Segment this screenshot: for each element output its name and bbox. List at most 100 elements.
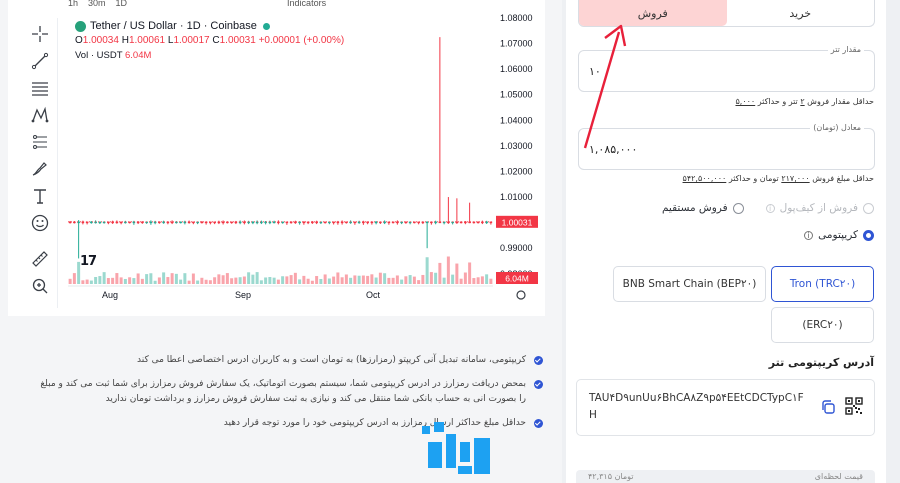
chart-panel: 1h 30m 1D Indicators 1.08000 1.07000 1.0…	[8, 0, 545, 316]
volume-bar	[387, 277, 391, 284]
volume-bar	[196, 280, 200, 284]
price-chart[interactable]: 1.08000 1.07000 1.06000 1.05000 1.04000 1.030…	[68, 14, 548, 314]
pattern-icon[interactable]	[28, 103, 52, 127]
radio-wallet[interactable]: فروش از کیف‌پول i	[765, 202, 874, 214]
ohlc-l-value: 1.00017	[173, 35, 210, 46]
volume-bar	[268, 277, 272, 284]
ohlc-c-label: C	[212, 35, 220, 46]
volume-bar	[174, 273, 178, 284]
timeframe-30m[interactable]: 30m	[88, 0, 106, 8]
toman-hint-pre: حداقل مبلغ فروش	[812, 174, 874, 183]
volume-bar	[136, 273, 140, 284]
amount-input[interactable]: ۱۰	[589, 65, 601, 78]
indicators-button[interactable]: Indicators	[287, 0, 326, 8]
radio-direct[interactable]: فروش مستقیم	[662, 202, 744, 214]
tether-coin-icon	[75, 20, 86, 32]
fib-icon[interactable]	[28, 76, 52, 100]
amount-hint-mid: تتر و حداکثر	[757, 97, 798, 106]
volume-bar	[225, 273, 229, 284]
volume-bar	[366, 275, 370, 284]
volume-bar	[98, 276, 102, 284]
qr-code-icon[interactable]	[845, 397, 863, 415]
volume-bar	[153, 280, 157, 284]
network-bep20-button[interactable]: BNB Smart Chain (BEP۲۰)	[613, 266, 766, 302]
volume-bar	[221, 275, 225, 284]
sell-method-row: فروش از کیف‌پول i فروش مستقیم	[662, 202, 874, 214]
volume-bar	[463, 272, 467, 284]
volume-bar	[400, 279, 404, 284]
y-tick-label: 1.07000	[500, 39, 533, 49]
ohlc-h-value: 1.00061	[128, 35, 166, 46]
volume-bar	[264, 277, 268, 284]
tradingview-logo[interactable]: 17	[80, 254, 97, 269]
rate-label: قیمت لحظه‌ای	[814, 472, 863, 481]
network-erc20-button[interactable]: (ERC۲۰)	[771, 307, 874, 343]
volume-bar	[289, 275, 293, 284]
ohlc-o-value: 1.00034	[82, 35, 119, 46]
y-tick-label: 1.06000	[500, 64, 533, 74]
volume-bar	[425, 257, 429, 284]
toman-max: ۵۴۲,۵۰۰,۰۰۰	[682, 174, 727, 183]
radio-direct-label: فروش مستقیم	[661, 202, 728, 214]
amount-hint: حداقل مقدار فروش ۲ تتر و حداکثر ۵,۰۰۰	[735, 97, 874, 106]
volume-bar	[183, 273, 187, 284]
amount-label: مقدار تتر	[827, 45, 864, 54]
tab-sell[interactable]: فروش	[579, 0, 727, 26]
toman-label: معادل (تومان)	[810, 123, 864, 132]
toman-input[interactable]: ۱,۰۸۵,۰۰۰	[589, 143, 637, 156]
volume-bar	[323, 274, 327, 284]
volume-bar	[395, 275, 399, 284]
volume-bar	[417, 280, 421, 284]
network-trc20-button[interactable]: Tron (TRC۲۰)	[771, 266, 874, 302]
volume-bar	[327, 278, 331, 284]
address-title: آدرس کریپتومی تتر	[768, 356, 874, 369]
timeframe-1d[interactable]: 1D	[116, 0, 128, 8]
text-icon[interactable]	[28, 184, 52, 208]
ohlc-change: +0.00001 (+0.00%)	[258, 35, 345, 46]
volume-bar	[115, 273, 119, 284]
radio-cryptomi[interactable]: کریپتومی i	[804, 229, 874, 241]
tab-buy[interactable]: خرید	[727, 0, 875, 26]
zoom-icon[interactable]	[28, 274, 52, 298]
amount-field[interactable]: مقدار تتر ۱۰	[578, 45, 875, 92]
volume-bar	[468, 262, 472, 284]
info-icon[interactable]: i	[804, 230, 814, 240]
amount-max: ۵,۰۰۰	[735, 97, 756, 106]
volume-bar	[85, 279, 89, 284]
prediction-icon[interactable]	[28, 130, 52, 154]
volume-bar	[200, 277, 204, 284]
watermark-logo	[422, 422, 490, 474]
copy-icon[interactable]	[820, 399, 836, 415]
volume-value: 6.04M	[124, 50, 152, 61]
volume-bar	[276, 279, 280, 284]
toman-field[interactable]: معادل (تومان) ۱,۰۸۵,۰۰۰	[578, 123, 875, 170]
volume-bar	[370, 274, 374, 284]
trendline-icon[interactable]	[28, 49, 52, 73]
radio-circle	[863, 202, 874, 214]
volume-bar	[391, 277, 395, 284]
volume-bar	[446, 256, 450, 284]
emoji-icon[interactable]	[28, 211, 52, 235]
volume-bar	[408, 275, 412, 284]
volume-bar	[336, 272, 340, 284]
crosshair-icon[interactable]	[28, 22, 52, 46]
timeframe-1h[interactable]: 1h	[68, 0, 78, 8]
drawing-toolbar	[22, 18, 58, 308]
volume-bar	[119, 277, 123, 284]
note-text: کریپتومی، سامانه تبدیل آنی کریپتو (رمزار…	[137, 355, 526, 365]
address-box: TAU۴D۹unUu۶BhCA۸Z۹p۵۴EEtCDCTypC۱FH	[576, 379, 875, 436]
volume-bar	[353, 275, 357, 284]
volume-bar	[459, 278, 463, 284]
address-value[interactable]: TAU۴D۹unUu۶BhCA۸Z۹p۵۴EEtCDCTypC۱FH	[589, 390, 811, 424]
volume-bar	[255, 272, 259, 284]
brush-icon[interactable]	[28, 157, 52, 181]
volume-bar	[272, 277, 276, 284]
trade-tabs: فروش خرید	[578, 0, 875, 27]
volume-bar	[132, 278, 136, 284]
volume-bar	[455, 263, 459, 284]
volume-bar	[319, 278, 323, 284]
ruler-icon[interactable]	[28, 247, 52, 271]
volume-label: Vol · USDT	[75, 50, 123, 61]
check-circle-icon	[534, 356, 543, 365]
info-icon[interactable]: i	[765, 203, 775, 213]
